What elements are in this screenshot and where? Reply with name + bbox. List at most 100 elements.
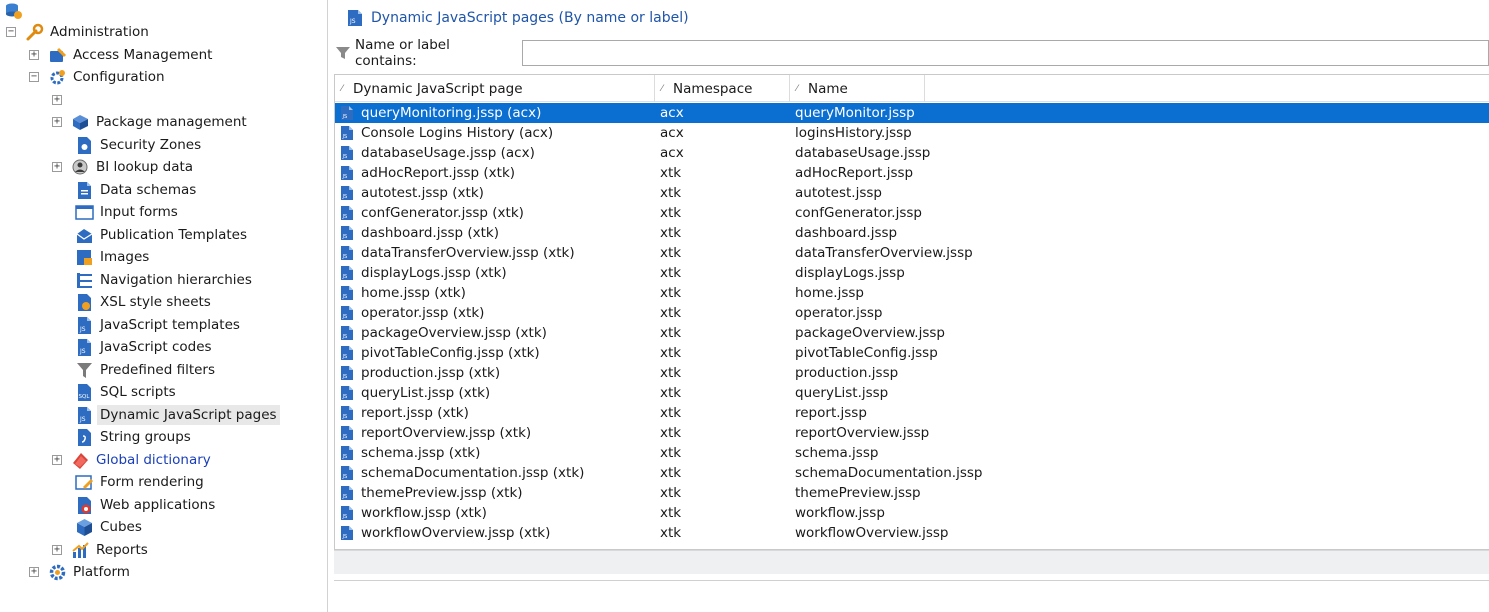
expand-toggle[interactable]: + <box>52 455 62 465</box>
tree-node-administration[interactable]: − Administration <box>6 21 152 43</box>
tree-node-javascript-templates[interactable]: JS JavaScript templates <box>75 314 243 336</box>
jssp-file-icon: JS <box>340 425 354 441</box>
tree-node-configuration[interactable]: − Configuration <box>29 66 168 88</box>
tree-node-global-dictionary[interactable]: + Global dictionary <box>52 449 214 471</box>
svg-text:JS: JS <box>79 348 86 355</box>
expand-toggle[interactable]: + <box>52 95 62 105</box>
jssp-file-icon: JS <box>340 405 354 421</box>
cell-namespace: xtk <box>660 465 682 481</box>
cell-page: Console Logins History (acx) <box>361 125 554 141</box>
tree-label: SQL scripts <box>100 384 176 400</box>
table-row[interactable]: JS operator.jssp (xtk) xtk operator.jssp <box>335 303 1489 323</box>
column-header-page[interactable]: ⁄ Dynamic JavaScript page <box>335 75 655 102</box>
table-row[interactable]: JS queryList.jssp (xtk) xtk queryList.jssp <box>335 383 1489 403</box>
tree-label: Web applications <box>100 497 216 513</box>
tree-node-input-forms[interactable]: Input forms <box>75 201 181 223</box>
cube-icon <box>75 518 94 537</box>
jssp-file-icon: JS <box>340 225 354 241</box>
tree-label: Input forms <box>100 204 178 220</box>
table-row[interactable]: JS autotest.jssp (xtk) xtk autotest.jssp <box>335 183 1489 203</box>
table-row[interactable]: JS databaseUsage.jssp (acx) acx databaseUsa… <box>335 143 1489 163</box>
table-row[interactable]: JS dashboard.jssp (xtk) xtk dashboard.jssp <box>335 223 1489 243</box>
tree-node-data-schemas[interactable]: Data schemas <box>75 179 199 201</box>
tree-node-form-rendering[interactable]: Form rendering <box>75 471 207 493</box>
column-title: Name <box>808 80 848 97</box>
tree-node-sql-scripts[interactable]: SQL SQL scripts <box>75 381 179 403</box>
filter-icon <box>75 361 94 380</box>
column-header-namespace[interactable]: ⁄ Namespace <box>655 75 790 102</box>
table-row[interactable]: JS report.jssp (xtk) xtk report.jssp <box>335 403 1489 423</box>
tree-node-javascript-codes[interactable]: JS JavaScript codes <box>75 336 215 358</box>
cell-name: home.jssp <box>795 285 864 301</box>
table-row[interactable]: JS production.jssp (xtk) xtk production.jss… <box>335 363 1489 383</box>
column-header-name[interactable]: ⁄ Name <box>790 75 925 102</box>
table-row[interactable]: JS reportOverview.jssp (xtk) xtk reportOver… <box>335 423 1489 443</box>
tree-node-predefined-filters[interactable]: Predefined filters <box>75 359 218 381</box>
tree-node-xsl-style-sheets[interactable]: XSL style sheets <box>75 291 214 313</box>
tree-label: Configuration <box>73 69 165 85</box>
horizontal-scrollbar[interactable] <box>334 550 1489 574</box>
table-row[interactable]: JS queryMonitoring.jssp (acx) acx queryMoni… <box>335 103 1489 123</box>
cell-name: themePreview.jssp <box>795 485 921 501</box>
tree-node-package-management[interactable]: + Package management <box>52 111 250 133</box>
cell-namespace: xtk <box>660 225 682 241</box>
tree-node-security-zones[interactable]: Security Zones <box>75 134 204 156</box>
table-row[interactable]: JS dataTransferOverview.jssp (xtk) xtk data… <box>335 243 1489 263</box>
database-node[interactable] <box>4 0 26 22</box>
bi-lookup-icon <box>71 158 90 177</box>
tree-node-platform[interactable]: + Platform <box>29 561 133 583</box>
sort-icon: ⁄ <box>796 83 798 94</box>
divider <box>334 580 1489 581</box>
table-row[interactable]: JS schema.jssp (xtk) xtk schema.jssp <box>335 443 1489 463</box>
tree-label: Package management <box>96 114 247 130</box>
cell-page: autotest.jssp (xtk) <box>361 185 484 201</box>
page-title[interactable]: Dynamic JavaScript pages (By name or lab… <box>371 10 689 26</box>
table-row[interactable]: JS workflowOverview.jssp (xtk) xtk workflow… <box>335 523 1489 543</box>
table-row[interactable]: JS schemaDocumentation.jssp (xtk) xtk schem… <box>335 463 1489 483</box>
expand-toggle[interactable]: + <box>52 545 62 555</box>
tree-node-images[interactable]: Images <box>75 246 152 268</box>
expand-toggle[interactable]: + <box>52 162 62 172</box>
tree-node-unnamed[interactable]: + <box>52 89 62 111</box>
table-row[interactable]: JS confGenerator.jssp (xtk) xtk confGenerat… <box>335 203 1489 223</box>
tree-label: Predefined filters <box>100 362 216 378</box>
expand-toggle[interactable]: + <box>52 117 62 127</box>
image-icon <box>75 248 94 267</box>
collapse-toggle[interactable]: − <box>6 27 16 37</box>
cell-page: schema.jssp (xtk) <box>361 445 481 461</box>
tree-node-cubes[interactable]: Cubes <box>75 516 145 538</box>
table-row[interactable]: JS Console Logins History (acx) acx loginsH… <box>335 123 1489 143</box>
filter-bar: Name or label contains: <box>329 37 1489 69</box>
table-row[interactable]: JS pivotTableConfig.jssp (xtk) xtk pivotTab… <box>335 343 1489 363</box>
tree-node-access-management[interactable]: + Access Management <box>29 44 215 66</box>
cell-page: workflow.jssp (xtk) <box>361 505 487 521</box>
expand-toggle[interactable]: + <box>29 50 39 60</box>
expand-toggle[interactable]: + <box>29 567 39 577</box>
svg-text:JS: JS <box>342 234 348 240</box>
table-row[interactable]: JS home.jssp (xtk) xtk home.jssp <box>335 283 1489 303</box>
cell-page: operator.jssp (xtk) <box>361 305 485 321</box>
cell-namespace: xtk <box>660 325 682 341</box>
table-row[interactable]: JS themePreview.jssp (xtk) xtk themePreview… <box>335 483 1489 503</box>
cell-namespace: xtk <box>660 305 682 321</box>
table-row[interactable]: JS packageOverview.jssp (xtk) xtk packageOv… <box>335 323 1489 343</box>
tree-node-reports[interactable]: + Reports <box>52 539 151 561</box>
svg-text:JS: JS <box>342 474 348 480</box>
table-row[interactable]: JS workflow.jssp (xtk) xtk workflow.jssp <box>335 503 1489 523</box>
table-row[interactable]: JS displayLogs.jssp (xtk) xtk displayLogs.j… <box>335 263 1489 283</box>
dictionary-icon <box>71 451 90 470</box>
schema-doc-icon <box>75 181 94 200</box>
tree-node-dynamic-javascript-pages[interactable]: JS Dynamic JavaScript pages <box>75 404 280 426</box>
cell-namespace: xtk <box>660 445 682 461</box>
tree-node-bi-lookup-data[interactable]: + BI lookup data <box>52 156 196 178</box>
cell-page: workflowOverview.jssp (xtk) <box>361 525 551 541</box>
results-grid: ⁄ Dynamic JavaScript page ⁄ Namespace ⁄ … <box>334 74 1489 550</box>
cell-page: displayLogs.jssp (xtk) <box>361 265 507 281</box>
tree-node-navigation-hierarchies[interactable]: Navigation hierarchies <box>75 269 255 291</box>
tree-node-web-applications[interactable]: Web applications <box>75 494 218 516</box>
filter-input[interactable] <box>521 40 1489 66</box>
tree-node-string-groups[interactable]: String groups <box>75 426 194 448</box>
tree-node-publication-templates[interactable]: Publication Templates <box>75 224 250 246</box>
table-row[interactable]: JS adHocReport.jssp (xtk) xtk adHocReport.j… <box>335 163 1489 183</box>
collapse-toggle[interactable]: − <box>29 72 39 82</box>
